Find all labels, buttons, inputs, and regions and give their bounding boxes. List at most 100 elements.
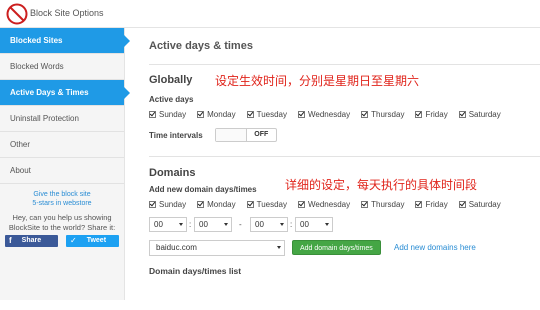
domain-value: baiduc.com [156, 243, 197, 252]
active-days-label: Active days [149, 95, 194, 104]
day-label: Monday [207, 200, 236, 209]
start-hour-select[interactable]: 00 [149, 217, 187, 232]
global-day-sunday[interactable]: Sunday [149, 110, 186, 119]
divider [149, 156, 540, 157]
day-label: Friday [425, 110, 448, 119]
add-domain-days-button[interactable]: Add domain days/times [292, 240, 381, 255]
end-minute-select[interactable]: 00 [295, 217, 333, 232]
checkbox[interactable] [458, 201, 466, 208]
checkbox[interactable] [415, 201, 423, 208]
day-label: Thursday [371, 200, 405, 209]
global-day-friday[interactable]: Friday [415, 110, 448, 119]
time-colon: : [290, 220, 293, 229]
domain-day-monday[interactable]: Monday [197, 200, 236, 209]
toggle-knob [216, 129, 247, 141]
time-intervals-toggle[interactable]: OFF [215, 128, 277, 142]
sidebar-item-label: Blocked Words [10, 62, 64, 71]
domain-day-saturday[interactable]: Saturday [458, 200, 501, 209]
domain-day-thursday[interactable]: Thursday [361, 200, 404, 209]
sidebar-item-blocked-words[interactable]: Blocked Words [0, 54, 124, 80]
global-day-thursday[interactable]: Thursday [361, 110, 404, 119]
global-day-saturday[interactable]: Saturday [458, 110, 501, 119]
facebook-share-label: Share [21, 237, 42, 244]
day-label: Sunday [159, 200, 187, 209]
day-label: Tuesday [256, 110, 287, 119]
annotation-domains: 详细的设定，每天执行的具体时间段 [285, 178, 478, 192]
add-new-domains-link[interactable]: Add new domains here [394, 243, 476, 252]
checkbox[interactable] [361, 201, 369, 208]
day-label: Wednesday [308, 110, 351, 119]
global-day-wednesday[interactable]: Wednesday [298, 110, 350, 119]
day-label: Thursday [371, 110, 405, 119]
checkbox[interactable] [197, 111, 205, 118]
time-colon: : [189, 220, 192, 229]
checkbox[interactable] [149, 111, 156, 118]
domains-title: Domains [149, 167, 196, 179]
day-label: Monday [207, 110, 236, 119]
checkbox[interactable] [246, 201, 254, 208]
checkbox[interactable] [415, 111, 423, 118]
promo-line-2: 5-stars in webstore [32, 200, 92, 207]
rate-webstore-link[interactable]: Give the block site 5-stars in webstore [0, 190, 124, 208]
day-label: Saturday [468, 110, 501, 119]
domain-day-sunday[interactable]: Sunday [149, 200, 186, 209]
sidebar-item-active-days-times[interactable]: Active Days & Times [0, 80, 130, 106]
share-buttons: f Share ✓ Tweet [0, 235, 124, 247]
checkbox[interactable] [197, 201, 205, 208]
day-label: Saturday [468, 200, 501, 209]
global-day-monday[interactable]: Monday [197, 110, 236, 119]
sidebar-item-label: Other [10, 140, 31, 149]
sidebar-item-label: About [10, 166, 31, 175]
sidebar-item-label: Uninstall Protection [10, 114, 79, 123]
app-header: Block Site Options [0, 0, 540, 28]
checkbox[interactable] [298, 201, 305, 208]
page-title: Active days & times [149, 40, 253, 52]
chevron-down-icon [280, 223, 284, 226]
sidebar-item-blocked-sites[interactable]: Blocked Sites [0, 28, 130, 54]
sidebar: Blocked Sites Blocked Words Active Days … [0, 28, 130, 300]
global-days-row: Sunday Monday Tuesday Wednesday Thursday… [149, 110, 512, 119]
end-hour-value: 00 [255, 220, 264, 229]
sidebar-item-other[interactable]: Other [0, 132, 124, 158]
checkbox[interactable] [298, 111, 305, 118]
start-minute-select[interactable]: 00 [194, 217, 232, 232]
time-range-dash: - [239, 220, 242, 229]
domain-day-tuesday[interactable]: Tuesday [246, 200, 287, 209]
twitter-tweet-label: Tweet [86, 237, 107, 244]
domain-days-row: Sunday Monday Tuesday Wednesday Thursday… [149, 200, 512, 209]
time-intervals-label: Time intervals [149, 131, 203, 140]
checkbox[interactable] [246, 111, 254, 118]
domain-list-title: Domain days/times list [149, 266, 242, 276]
day-label: Sunday [159, 110, 187, 119]
checkbox[interactable] [149, 201, 156, 208]
divider [149, 64, 540, 65]
start-minute-value: 00 [199, 220, 208, 229]
sidebar-item-label: Blocked Sites [10, 36, 63, 45]
end-hour-select[interactable]: 00 [250, 217, 288, 232]
chevron-down-icon [325, 223, 329, 226]
sidebar-item-label: Active Days & Times [10, 88, 89, 97]
globally-title: Globally [149, 74, 193, 86]
add-domain-days-label: Add new domain days/times [149, 185, 257, 194]
chevron-down-icon [224, 223, 228, 226]
promo-line-1: Give the block site [33, 191, 91, 198]
domain-select[interactable]: baiduc.com [149, 240, 285, 256]
twitter-tweet-button[interactable]: ✓ Tweet [66, 235, 119, 247]
chevron-down-icon [179, 223, 183, 226]
day-label: Tuesday [256, 200, 287, 209]
toggle-state: OFF [254, 131, 269, 138]
chevron-down-icon [277, 246, 281, 249]
sidebar-item-uninstall-protection[interactable]: Uninstall Protection [0, 106, 124, 132]
domain-day-friday[interactable]: Friday [415, 200, 448, 209]
twitter-icon: ✓ [70, 236, 77, 245]
day-label: Friday [425, 200, 448, 209]
domain-day-wednesday[interactable]: Wednesday [298, 200, 350, 209]
global-day-tuesday[interactable]: Tuesday [246, 110, 287, 119]
sidebar-item-about[interactable]: About [0, 158, 124, 184]
facebook-share-button[interactable]: f Share [5, 235, 58, 247]
facebook-icon: f [9, 236, 12, 245]
app-title: Block Site Options [30, 8, 104, 18]
checkbox[interactable] [458, 111, 466, 118]
block-site-logo-icon [6, 3, 28, 25]
checkbox[interactable] [361, 111, 369, 118]
